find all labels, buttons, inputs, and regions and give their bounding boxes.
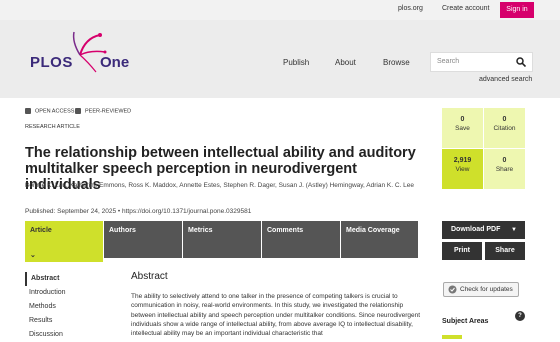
peer-reviewed-badge: PEER-REVIEWED <box>75 108 131 114</box>
search-input[interactable]: Search <box>430 52 533 72</box>
tab-authors[interactable]: Authors <box>104 221 182 258</box>
caret-down-icon[interactable]: ▼ <box>511 221 517 239</box>
site-header: PLOS One Publish About Browse Search adv… <box>0 20 560 98</box>
toc-item-abstract[interactable]: Abstract <box>25 272 105 286</box>
article-tabs: Article ⌄ Authors Metrics Comments Media… <box>25 221 418 262</box>
sign-in-button[interactable]: Sign in <box>500 2 534 18</box>
advanced-search-link[interactable]: advanced search <box>479 76 532 83</box>
metric-save[interactable]: 0 Save <box>442 108 483 148</box>
share-button[interactable]: Share <box>485 242 525 260</box>
metric-citation[interactable]: 0 Citation <box>484 108 525 148</box>
create-account-link[interactable]: Create account <box>442 5 489 12</box>
top-bar: plos.org Create account Sign in <box>0 0 560 20</box>
toc-item-results[interactable]: Results <box>25 314 105 328</box>
lock-icon <box>25 108 31 114</box>
article-metrics: 0 Save 0 Citation 2,919 View 0 Share <box>442 108 525 190</box>
doi-link[interactable]: https://doi.org/10.1371/journal.pone.032… <box>122 208 251 215</box>
metric-view[interactable]: 2,919 View <box>442 149 483 189</box>
plos-one-logo[interactable]: PLOS One <box>30 31 140 86</box>
tab-metrics[interactable]: Metrics <box>183 221 261 258</box>
help-icon[interactable]: ? <box>515 311 525 321</box>
abstract-text: The ability to selectively attend to one… <box>131 293 421 338</box>
logo-plos-text: PLOS <box>30 54 73 71</box>
nav-about[interactable]: About <box>335 58 356 67</box>
metric-share[interactable]: 0 Share <box>484 149 525 189</box>
plos-org-link[interactable]: plos.org <box>398 5 423 12</box>
download-pdf-button[interactable]: Download PDF ▼ <box>442 221 525 239</box>
article-type: RESEARCH ARTICLE <box>25 124 80 130</box>
publication-info: Published: September 24, 2025 • https://… <box>25 208 252 215</box>
subject-areas-heading: Subject Areas <box>442 318 489 325</box>
nav-publish[interactable]: Publish <box>283 58 309 67</box>
table-of-contents: Abstract Introduction Methods Results Di… <box>25 272 105 342</box>
search-placeholder: Search <box>437 58 460 65</box>
check-icon <box>75 108 81 114</box>
toc-item-introduction[interactable]: Introduction <box>25 286 105 300</box>
author-list[interactable]: Bonnie K. Lau, Katherine Emmons, Ross K.… <box>25 180 425 191</box>
subject-accent-bar <box>442 335 462 339</box>
check-for-updates-button[interactable]: Check for updates <box>443 282 519 297</box>
crossmark-icon <box>448 285 457 294</box>
print-button[interactable]: Print <box>442 242 482 260</box>
published-date: Published: September 24, 2025 <box>25 208 117 215</box>
chevron-down-icon: ⌄ <box>30 252 36 259</box>
logo-one-text: One <box>100 54 130 71</box>
toc-item-discussion[interactable]: Discussion <box>25 328 105 342</box>
toc-item-methods[interactable]: Methods <box>25 300 105 314</box>
search-icon[interactable] <box>516 57 526 67</box>
tab-article[interactable]: Article ⌄ <box>25 221 103 262</box>
abstract-heading: Abstract <box>131 271 168 282</box>
tab-comments[interactable]: Comments <box>262 221 340 258</box>
nav-browse[interactable]: Browse <box>383 58 410 67</box>
tab-media-coverage[interactable]: Media Coverage <box>341 221 418 258</box>
open-access-badge: OPEN ACCESS <box>25 108 74 114</box>
